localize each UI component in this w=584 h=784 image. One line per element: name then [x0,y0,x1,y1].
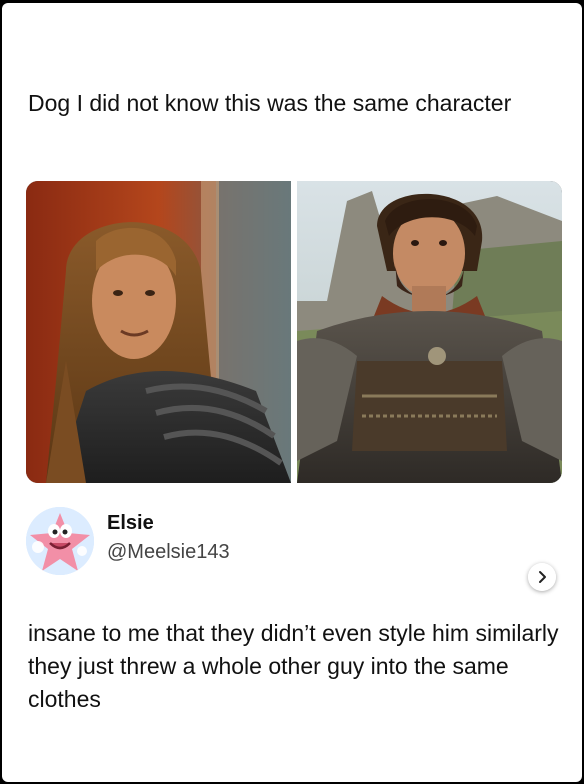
right-photo[interactable] [297,181,562,483]
avatar[interactable] [26,507,94,575]
left-photo[interactable] [26,181,291,483]
chevron-right-icon [539,571,546,583]
display-name[interactable]: Elsie [107,512,154,535]
user-handle[interactable]: @Meelsie143 [107,541,230,564]
tweet-text: insane to me that they didn’t even style… [28,620,559,712]
next-image-button[interactable] [528,563,556,591]
cartoon-starfish-avatar-icon [26,507,94,575]
post-caption: Dog I did not know this was the same cha… [28,90,512,116]
media-gallery[interactable] [26,181,562,591]
post-card: Dog I did not know this was the same cha… [2,3,582,782]
right-photo-illustration [297,181,562,483]
left-photo-illustration [26,181,291,483]
